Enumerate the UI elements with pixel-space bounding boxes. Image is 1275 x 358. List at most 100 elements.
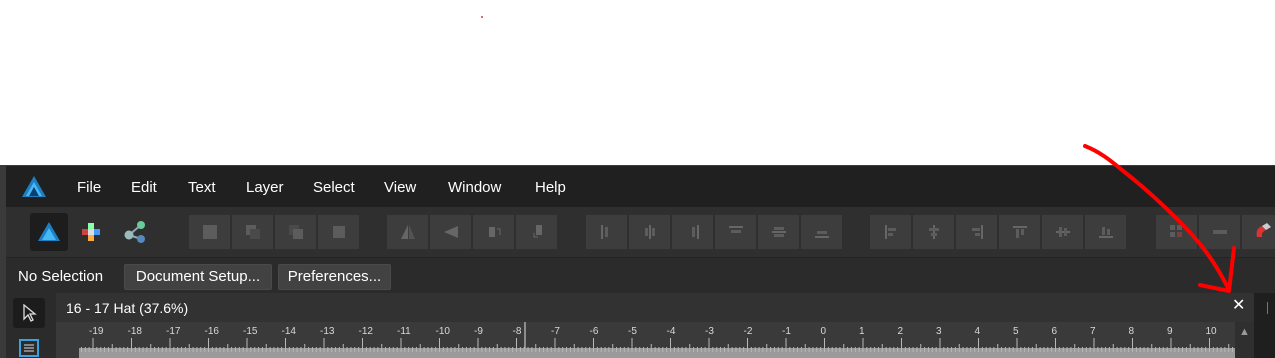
vertical-scrollbar[interactable]: ▲ xyxy=(1235,322,1254,358)
distribute-center-button[interactable] xyxy=(913,215,954,249)
align-center-button[interactable] xyxy=(629,215,670,249)
arrange-button[interactable] xyxy=(1199,215,1240,249)
ruler-label: 6 xyxy=(1052,326,1058,337)
distribute-bottom-button[interactable] xyxy=(1085,215,1126,249)
align-middle-button[interactable] xyxy=(758,215,799,249)
distribute-middle-icon xyxy=(1055,227,1070,237)
designer-persona-button[interactable] xyxy=(72,213,110,251)
selection-status: No Selection xyxy=(18,268,104,285)
document-tab[interactable]: 16 - 17 Hat (37.6%) ✕ xyxy=(56,293,1254,322)
subtract-button[interactable] xyxy=(232,215,273,249)
align-bottom-button[interactable] xyxy=(801,215,842,249)
ruler-label: -9 xyxy=(474,326,483,337)
align-left-button[interactable] xyxy=(586,215,627,249)
ruler-label: -2 xyxy=(744,326,753,337)
align-right-button[interactable] xyxy=(672,215,713,249)
menu-view[interactable]: View xyxy=(384,179,416,197)
ruler-label: -13 xyxy=(320,326,335,337)
boolean-ops-group xyxy=(189,215,359,249)
scroll-up-arrow-icon[interactable]: ▲ xyxy=(1239,326,1250,338)
align-middle-icon xyxy=(771,227,786,237)
align-right-icon xyxy=(691,225,699,239)
photo-persona-button[interactable] xyxy=(116,213,154,251)
divide-button[interactable] xyxy=(318,215,359,249)
blank-document-area xyxy=(0,0,1275,165)
snapping-button[interactable] xyxy=(1242,215,1275,249)
move-tool-button[interactable] xyxy=(13,298,45,328)
ruler-label: -5 xyxy=(628,326,637,337)
distribute-group xyxy=(586,215,842,249)
main-toolbar xyxy=(6,207,1275,257)
flip-group xyxy=(387,215,557,249)
flip-horizontal-button[interactable] xyxy=(387,215,428,249)
snapping-group xyxy=(1156,215,1275,249)
publisher-persona-icon xyxy=(38,222,60,241)
menu-text[interactable]: Text xyxy=(188,179,216,197)
ruler-label: -19 xyxy=(89,326,104,337)
menu-window[interactable]: Window xyxy=(448,179,501,197)
horizontal-ruler[interactable]: -19 -18 -17 -16 -15 -14 -13 -12 -11 -10 -9 -8 -7 -6 -5… xyxy=(56,322,1235,358)
intersect-icon xyxy=(288,225,303,239)
ruler-label: -10 xyxy=(436,326,451,337)
ruler-label: -14 xyxy=(282,326,297,337)
align-left-icon xyxy=(600,225,608,239)
context-toolbar: No Selection Document Setup... Preferenc… xyxy=(6,257,1275,293)
ruler-label: -12 xyxy=(359,326,374,337)
publisher-persona-button[interactable] xyxy=(30,213,68,251)
ruler-label: -1 xyxy=(782,326,791,337)
ruler-label: -3 xyxy=(705,326,714,337)
menu-select[interactable]: Select xyxy=(313,179,355,197)
document-tab-title: 16 - 17 Hat (37.6%) xyxy=(66,300,189,316)
preferences-button[interactable]: Preferences... xyxy=(278,264,391,290)
distribute-right-button[interactable] xyxy=(956,215,997,249)
ruler-label: -15 xyxy=(243,326,258,337)
distribute-left-icon xyxy=(884,225,896,239)
rotate-left-button[interactable] xyxy=(473,215,514,249)
divide-icon xyxy=(332,226,345,238)
align-top-icon xyxy=(728,226,743,233)
grid-button[interactable] xyxy=(1156,215,1197,249)
right-panel-edge xyxy=(1254,293,1275,358)
align-bottom-icon xyxy=(814,231,829,238)
ruler-label: 4 xyxy=(975,326,981,337)
arrange-icon xyxy=(1212,230,1227,234)
distribute-right-icon xyxy=(971,225,983,239)
ruler-label: 5 xyxy=(1013,326,1019,337)
align-top-button[interactable] xyxy=(715,215,756,249)
menu-layer[interactable]: Layer xyxy=(246,179,284,197)
distribute-top-button[interactable] xyxy=(999,215,1040,249)
distribute-left-button[interactable] xyxy=(870,215,911,249)
distribute-middle-button[interactable] xyxy=(1042,215,1083,249)
distribute-center-icon xyxy=(928,225,939,239)
add-button[interactable] xyxy=(189,215,230,249)
ruler-scale: -19 -18 -17 -16 -15 -14 -13 -12 -11 -10 -9 -8 -7 -6 -5… xyxy=(79,322,1235,358)
document-setup-button[interactable]: Document Setup... xyxy=(124,264,272,290)
close-document-button[interactable]: ✕ xyxy=(1232,297,1245,315)
intersect-button[interactable] xyxy=(275,215,316,249)
rotate-right-icon xyxy=(533,225,542,238)
ruler-label: -17 xyxy=(166,326,181,337)
flip-vertical-icon xyxy=(443,226,458,238)
ruler-label: -16 xyxy=(205,326,220,337)
ruler-label: 0 xyxy=(821,326,827,337)
ruler-label: 3 xyxy=(936,326,942,337)
ruler-label: -6 xyxy=(590,326,599,337)
ruler-label: -18 xyxy=(128,326,143,337)
designer-persona-icon xyxy=(82,223,100,241)
rotate-right-button[interactable] xyxy=(516,215,557,249)
align-group xyxy=(870,215,1126,249)
ruler-label: 7 xyxy=(1090,326,1096,337)
distribute-bottom-icon xyxy=(1098,227,1113,238)
ruler-label: -4 xyxy=(667,326,676,337)
menu-edit[interactable]: Edit xyxy=(131,179,157,197)
ruler-label: -7 xyxy=(551,326,560,337)
frame-text-tool-icon[interactable] xyxy=(17,337,41,358)
menu-help[interactable]: Help xyxy=(535,179,566,197)
affinity-logo-icon[interactable] xyxy=(20,174,48,200)
ruler-label: 10 xyxy=(1206,326,1218,337)
menu-file[interactable]: File xyxy=(77,179,101,197)
magnet-icon xyxy=(1256,223,1271,237)
photo-persona-icon xyxy=(124,221,145,243)
flip-horizontal-icon xyxy=(400,225,415,239)
flip-vertical-button[interactable] xyxy=(430,215,471,249)
